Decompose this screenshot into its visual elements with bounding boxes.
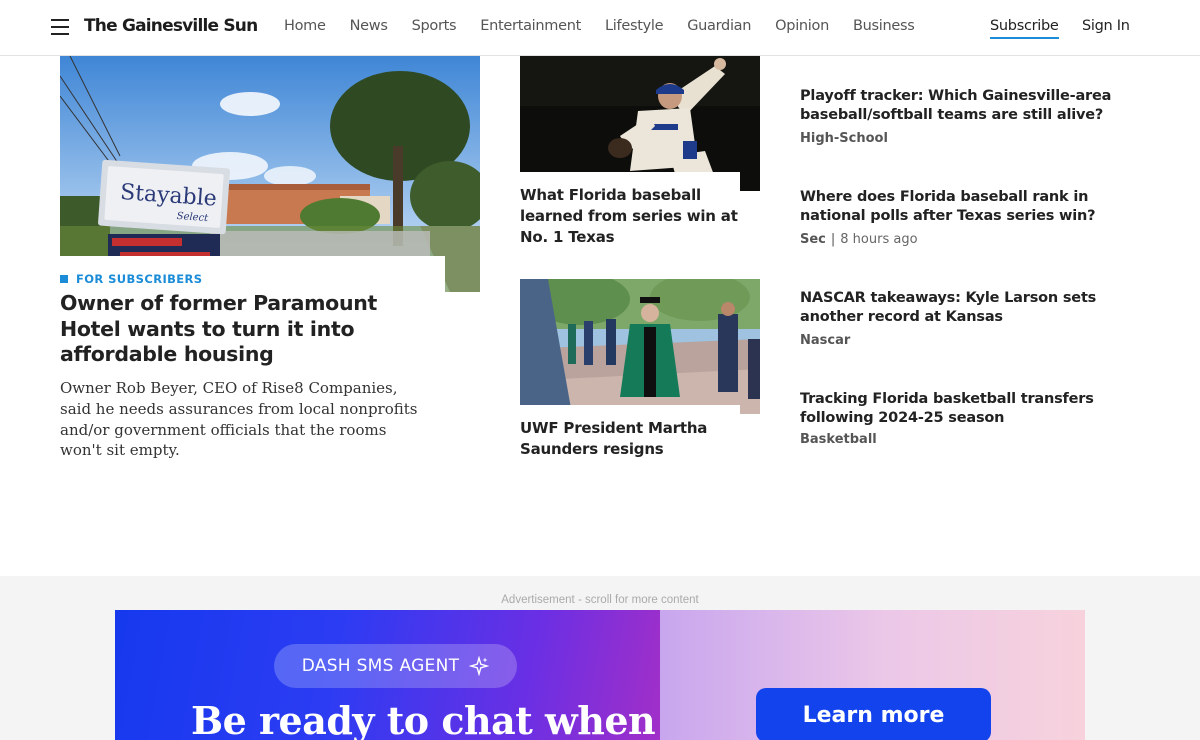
list-item[interactable]: Tracking Florida basketball transfers fo…	[800, 390, 1120, 447]
nav-home[interactable]: Home	[284, 18, 326, 34]
list-item-meta: Nascar	[800, 333, 1120, 348]
list-item-time: 8 hours ago	[840, 232, 918, 247]
nav-business[interactable]: Business	[853, 18, 915, 34]
baseball-story-image[interactable]	[520, 56, 760, 191]
ad-label: Advertisement - scroll for more content	[501, 594, 699, 606]
list-item-meta: Sec | 8 hours ago	[800, 232, 1120, 247]
list-item-title[interactable]: Tracking Florida basketball transfers fo…	[800, 390, 1120, 427]
list-item[interactable]: NASCAR takeaways: Kyle Larson sets anoth…	[800, 289, 1120, 348]
badge-square-icon	[60, 275, 68, 283]
list-item-category[interactable]: Sec	[800, 232, 826, 247]
subscribe-link[interactable]: Subscribe	[990, 18, 1059, 39]
mid-card2-bg	[520, 405, 740, 419]
nav-sports[interactable]: Sports	[412, 18, 457, 34]
list-item-title[interactable]: NASCAR takeaways: Kyle Larson sets anoth…	[800, 289, 1120, 326]
uwf-story-image[interactable]	[520, 279, 760, 414]
list-item-title[interactable]: Playoff tracker: Which Gainesville-area …	[800, 87, 1120, 124]
nav-lifestyle[interactable]: Lifestyle	[605, 18, 664, 34]
nav-entertainment[interactable]: Entertainment	[480, 18, 581, 34]
list-item-category[interactable]: High-School	[800, 131, 888, 146]
list-item-category[interactable]: Basketball	[800, 432, 877, 447]
uwf-headline[interactable]: UWF President Martha Saunders resigns	[520, 418, 740, 460]
ad-headline: Be ready to chat when	[191, 698, 656, 740]
ad-banner[interactable]: DASH SMS AGENT Be ready to chat when Lea…	[115, 610, 1085, 740]
list-item-meta: Basketball	[800, 432, 1120, 447]
badge-label: FOR SUBSCRIBERS	[76, 272, 203, 286]
list-item-category[interactable]: Nascar	[800, 333, 850, 348]
site-logo[interactable]: The Gainesville Sun	[84, 16, 258, 36]
main-nav: Home News Sports Entertainment Lifestyle…	[284, 18, 939, 34]
sign-in-link[interactable]: Sign In	[1082, 18, 1130, 34]
site-header: The Gainesville Sun Home News Sports Ent…	[0, 0, 1200, 56]
nav-guardian[interactable]: Guardian	[687, 18, 751, 34]
ad-pill-label: DASH SMS AGENT	[301, 656, 460, 676]
sparkle-icon	[469, 656, 490, 676]
list-item-title[interactable]: Where does Florida baseball rank in nati…	[800, 188, 1120, 225]
menu-icon[interactable]	[51, 19, 69, 35]
ad-pill: DASH SMS AGENT	[274, 644, 517, 688]
list-item[interactable]: Playoff tracker: Which Gainesville-area …	[800, 87, 1120, 146]
meta-separator: |	[830, 232, 836, 247]
subscriber-badge: FOR SUBSCRIBERS	[60, 272, 203, 286]
pitcher-photo	[520, 56, 760, 191]
nav-news[interactable]: News	[350, 18, 388, 34]
learn-more-button[interactable]: Learn more	[756, 688, 991, 740]
lead-headline[interactable]: Owner of former Paramount Hotel wants to…	[60, 291, 420, 368]
list-item-meta: High-School	[800, 131, 1120, 146]
lead-summary: Owner Rob Beyer, CEO of Rise8 Companies,…	[60, 379, 418, 460]
nav-opinion[interactable]: Opinion	[775, 18, 829, 34]
graduation-photo	[520, 279, 760, 414]
sign-subtext: Select	[176, 211, 209, 224]
list-item[interactable]: Where does Florida baseball rank in nati…	[800, 188, 1120, 247]
baseball-headline[interactable]: What Florida baseball learned from serie…	[520, 185, 740, 248]
